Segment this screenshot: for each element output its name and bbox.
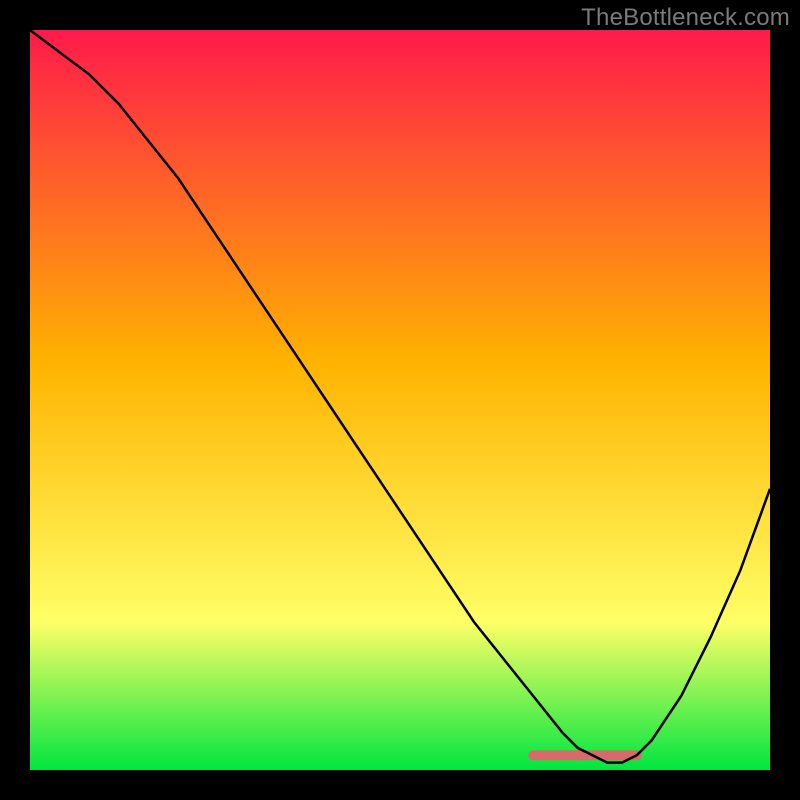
gradient-background [30, 30, 770, 770]
bottleneck-chart [30, 30, 770, 770]
attribution-text: TheBottleneck.com [581, 4, 790, 32]
plot-area [30, 30, 770, 770]
chart-frame: TheBottleneck.com [0, 0, 800, 800]
